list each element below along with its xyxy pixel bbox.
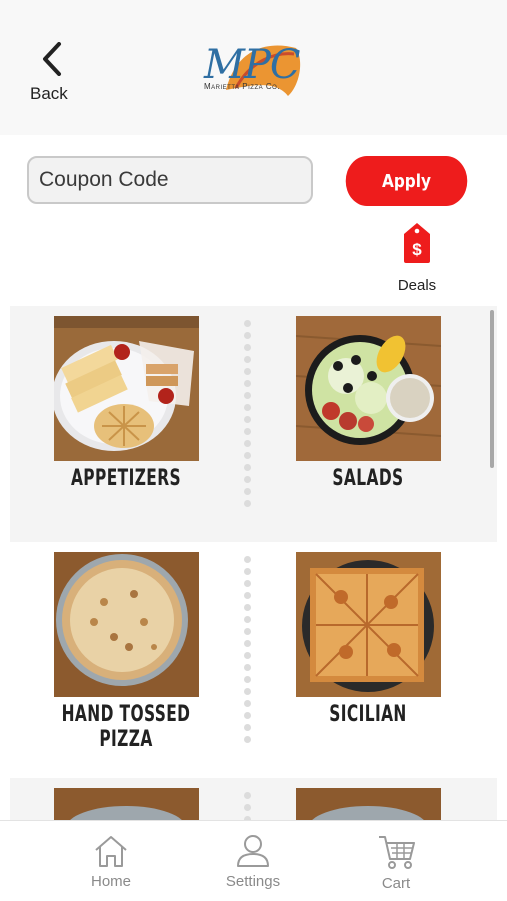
appetizers-image	[54, 316, 199, 461]
apply-button[interactable]: Apply	[345, 156, 468, 206]
logo-subtext: Marietta Pizza Co.	[204, 82, 281, 91]
svg-text:$: $	[412, 240, 422, 259]
category-row	[10, 778, 497, 820]
deals-button[interactable]: $ Deals	[392, 222, 442, 294]
category-label: SICILIAN	[329, 702, 407, 727]
tab-settings[interactable]: Settings	[198, 821, 308, 901]
category-grid: APPETIZERS SALADS HAND TOSSED PIZZA SICI…	[0, 306, 507, 820]
back-button[interactable]: Back	[22, 36, 82, 106]
tab-settings-label: Settings	[225, 873, 281, 890]
category-row: APPETIZERS SALADS	[10, 306, 497, 542]
back-label: Back	[30, 84, 68, 103]
sicilian-image	[296, 552, 441, 697]
category-label: APPETIZERS	[70, 466, 182, 491]
category-appetizers[interactable]: APPETIZERS	[10, 306, 240, 542]
category-sicilian[interactable]: SICILIAN	[260, 542, 490, 778]
price-tag-icon: $	[404, 223, 430, 263]
scrollbar[interactable]	[490, 310, 494, 468]
hand-tossed-pizza-image	[54, 552, 199, 697]
tab-home[interactable]: Home	[56, 821, 166, 901]
chevron-left-icon	[43, 42, 61, 76]
row-divider	[244, 792, 252, 820]
category-hand-tossed-pizza[interactable]: HAND TOSSED PIZZA	[10, 542, 240, 778]
category-label: SALADS	[332, 466, 404, 491]
tab-home-label: Home	[90, 873, 131, 890]
brand-logo: MPC Marietta Pizza Co.	[196, 40, 308, 100]
row-divider	[244, 556, 252, 748]
category-label: HAND TOSSED PIZZA	[61, 702, 191, 752]
row-divider	[244, 320, 252, 512]
category-image-partial[interactable]	[54, 788, 199, 820]
tab-cart-label: Cart	[381, 875, 411, 892]
salads-image	[296, 316, 441, 461]
home-icon	[95, 836, 127, 867]
deals-label: Deals	[397, 277, 437, 294]
bottom-tab-bar: Home Settings Cart	[0, 820, 507, 901]
coupon-code-input[interactable]	[27, 156, 313, 204]
category-image-partial[interactable]	[296, 788, 441, 820]
category-row: HAND TOSSED PIZZA SICILIAN	[10, 542, 497, 778]
user-icon	[237, 835, 269, 867]
cart-icon	[379, 836, 415, 869]
category-salads[interactable]: SALADS	[260, 306, 490, 542]
tab-cart[interactable]: Cart	[341, 821, 451, 901]
app-header: Back MPC Marietta Pizza Co.	[0, 0, 507, 135]
